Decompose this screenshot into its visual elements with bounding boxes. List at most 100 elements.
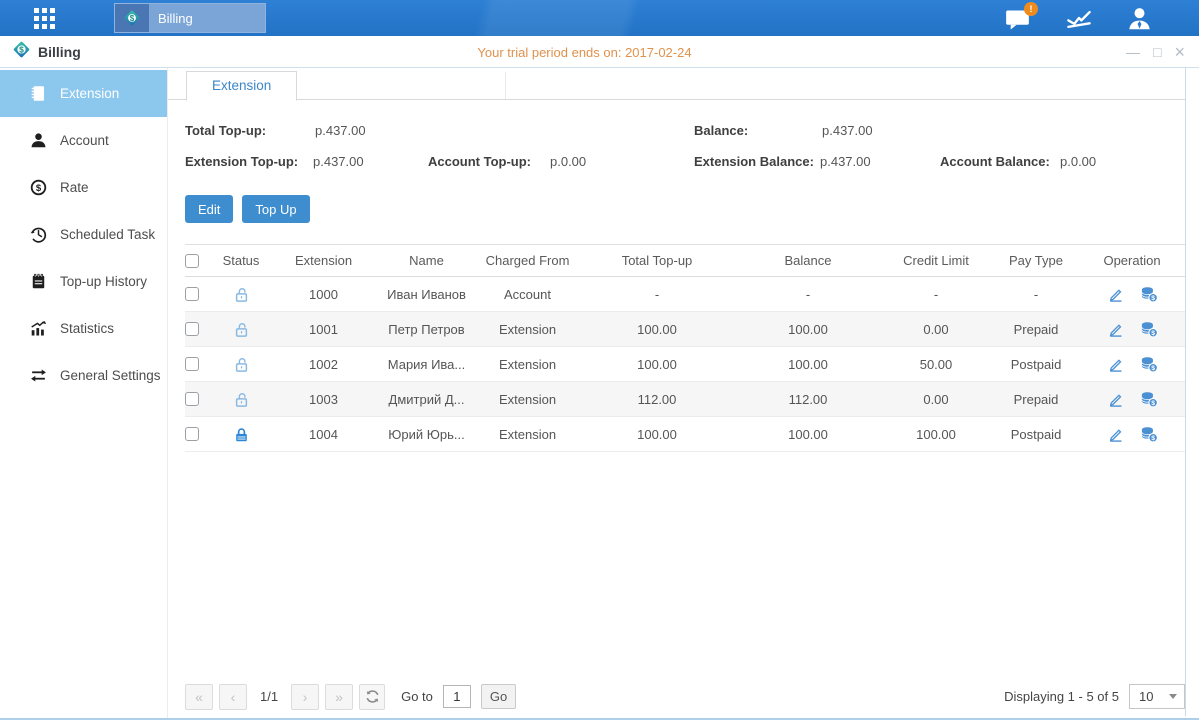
cell-pay-type: Prepaid [993,392,1079,407]
table-row[interactable]: 1003 Дмитрий Д... Extension 112.00 112.0… [185,382,1185,417]
messages-icon[interactable]: ! [1004,5,1031,32]
unlocked-icon [210,356,272,373]
topup-history-icon [30,273,47,290]
cell-pay-type: Prepaid [993,322,1079,337]
sidebar-item-topup-history[interactable]: Top-up History [0,258,167,305]
row-checkbox[interactable] [185,357,199,371]
row-checkbox[interactable] [185,392,199,406]
sidebar-item-extension[interactable]: Extension [0,70,167,117]
maximize-icon[interactable]: □ [1153,45,1161,59]
col-extension: Extension [272,253,375,268]
sidebar-item-label: Statistics [60,321,114,336]
close-icon[interactable]: × [1174,45,1185,59]
table-row[interactable]: 1000 Иван Иванов Account - - - - $ [185,277,1185,312]
prev-page-button[interactable]: ‹ [219,684,247,710]
svg-text:$: $ [1151,435,1155,442]
edit-button[interactable]: Edit [185,195,233,223]
extension-balance-label: Extension Balance: [694,154,814,169]
edit-icon[interactable] [1107,356,1124,373]
cell-balance: - [737,287,879,302]
unlocked-icon [210,286,272,303]
general-settings-icon [30,367,47,384]
billing-window: $ Billing ! [0,0,1199,720]
table-row[interactable]: 1002 Мария Ива... Extension 100.00 100.0… [185,347,1185,382]
unlocked-icon [210,391,272,408]
last-page-button[interactable]: » [325,684,353,710]
topup-button[interactable]: Top Up [242,195,309,223]
pagination-bar: « ‹ 1/1 › » Go to Go Displaying [185,683,1185,710]
col-charged-from: Charged From [478,253,577,268]
col-total-topup: Total Top-up [577,253,737,268]
billing-app-tab[interactable]: $ Billing [114,3,266,33]
topup-icon[interactable]: $ [1140,390,1158,408]
cell-credit-limit: 50.00 [879,357,993,372]
sidebar: Extension Account $ Rate [0,68,168,718]
edit-icon[interactable] [1107,426,1124,443]
row-checkbox[interactable] [185,322,199,336]
cell-charged-from: Extension [478,357,577,372]
svg-text:$: $ [1151,400,1155,407]
resource-monitor-icon[interactable] [1065,5,1092,32]
svg-text:$: $ [1151,365,1155,372]
account-topup-label: Account Top-up: [428,154,531,169]
svg-text:$: $ [130,14,135,23]
refresh-icon [365,689,380,704]
col-credit-limit: Credit Limit [879,253,993,268]
sidebar-item-rate[interactable]: $ Rate [0,164,167,211]
sidebar-item-statistics[interactable]: Statistics [0,305,167,352]
extension-topup-label: Extension Top-up: [185,154,298,169]
account-icon [30,132,47,149]
cell-pay-type: Postpaid [993,427,1079,442]
topup-icon[interactable]: $ [1140,425,1158,443]
app-tab-label: Billing [149,11,193,26]
cell-name: Петр Петров [375,322,478,337]
cell-charged-from: Extension [478,392,577,407]
edit-icon[interactable] [1107,286,1124,303]
first-page-button[interactable]: « [185,684,213,710]
col-pay-type: Pay Type [993,253,1079,268]
cell-charged-from: Extension [478,427,577,442]
tab-bar: Extension [168,70,1185,100]
sidebar-item-general-settings[interactable]: General Settings [0,352,167,399]
cell-total-topup: 100.00 [577,357,737,372]
topup-icon[interactable]: $ [1140,320,1158,338]
cell-total-topup: 100.00 [577,427,737,442]
cell-extension: 1004 [272,427,375,442]
goto-page-input[interactable] [443,685,471,708]
page-size-select[interactable]: 10 [1129,684,1185,709]
sidebar-item-scheduled-task[interactable]: Scheduled Task [0,211,167,258]
app-launcher-icon[interactable] [34,8,57,29]
user-account-icon[interactable] [1126,5,1153,32]
edit-icon[interactable] [1107,391,1124,408]
scheduled-task-icon [30,226,47,243]
svg-text:$: $ [36,183,42,194]
table-row[interactable]: 1004 Юрий Юрь... Extension 100.00 100.00… [185,417,1185,452]
table-row[interactable]: 1001 Петр Петров Extension 100.00 100.00… [185,312,1185,347]
tab-extension[interactable]: Extension [186,71,297,101]
main-content: Extension Total Top-up: p.437.00 Balance… [168,68,1199,718]
minimize-icon[interactable]: — [1126,45,1140,59]
extension-table: Status Extension Name Charged From Total… [185,244,1185,452]
topup-icon[interactable]: $ [1140,355,1158,373]
total-topup-label: Total Top-up: [185,123,266,138]
cell-name: Дмитрий Д... [375,392,478,407]
top-bar: $ Billing ! [0,0,1199,36]
sidebar-item-label: Account [60,133,109,148]
cell-pay-type: - [993,287,1079,302]
topup-icon[interactable]: $ [1140,285,1158,303]
cell-credit-limit: 0.00 [879,322,993,337]
cell-total-topup: - [577,287,737,302]
row-checkbox[interactable] [185,287,199,301]
statistics-icon [30,320,47,337]
chevron-down-icon [1169,694,1177,699]
go-button[interactable]: Go [481,684,516,709]
balance-summary: Total Top-up: p.437.00 Balance: p.437.00… [168,120,1199,186]
refresh-button[interactable] [359,684,385,710]
sidebar-item-account[interactable]: Account [0,117,167,164]
row-checkbox[interactable] [185,427,199,441]
edit-icon[interactable] [1107,321,1124,338]
select-all-checkbox[interactable] [185,254,199,268]
locked-icon [210,426,272,443]
col-status: Status [210,253,272,268]
next-page-button[interactable]: › [291,684,319,710]
